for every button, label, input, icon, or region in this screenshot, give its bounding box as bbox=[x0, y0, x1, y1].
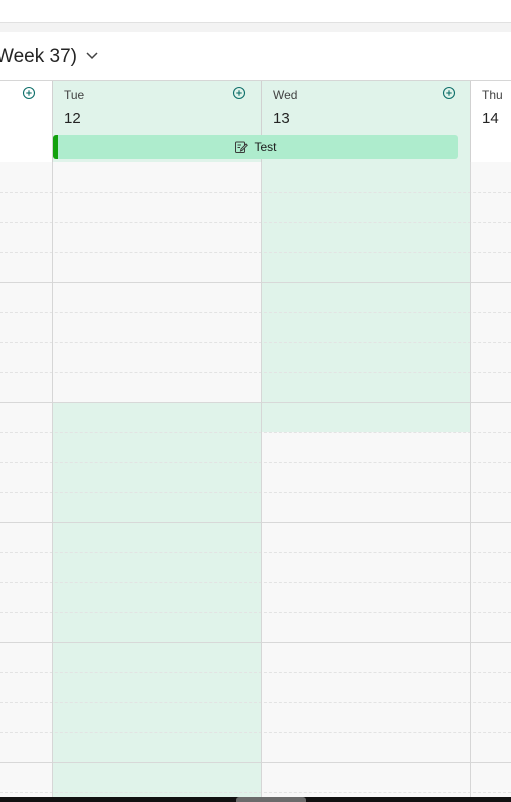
half-hour-line bbox=[0, 252, 511, 253]
day-column-prev bbox=[0, 81, 53, 163]
top-bar bbox=[0, 0, 511, 23]
day-divider bbox=[52, 162, 53, 802]
hour-line bbox=[0, 282, 511, 283]
chevron-down-icon[interactable] bbox=[84, 50, 100, 62]
half-hour-line bbox=[0, 312, 511, 313]
half-hour-line bbox=[0, 702, 511, 703]
day-divider bbox=[470, 162, 471, 802]
day-number[interactable]: 13 bbox=[273, 110, 290, 127]
half-hour-line bbox=[0, 432, 511, 433]
day-name: Wed bbox=[273, 88, 298, 102]
add-circle-icon[interactable] bbox=[442, 86, 456, 100]
hour-line bbox=[0, 402, 511, 403]
half-hour-line bbox=[0, 612, 511, 613]
half-hour-line bbox=[0, 192, 511, 193]
hour-line bbox=[0, 522, 511, 523]
half-hour-line bbox=[0, 462, 511, 463]
half-hour-line bbox=[0, 672, 511, 673]
half-hour-line bbox=[0, 372, 511, 373]
day-number[interactable]: 12 bbox=[64, 110, 81, 127]
half-hour-line bbox=[0, 792, 511, 793]
week-title[interactable]: Week 37) bbox=[0, 46, 77, 68]
edit-note-icon bbox=[235, 141, 249, 153]
add-circle-icon[interactable] bbox=[232, 86, 246, 100]
half-hour-line bbox=[0, 492, 511, 493]
half-hour-line bbox=[0, 342, 511, 343]
half-hour-line bbox=[0, 552, 511, 553]
time-grid[interactable] bbox=[0, 162, 511, 802]
calendar-event[interactable]: Test bbox=[53, 135, 458, 159]
day-number[interactable]: 14 bbox=[482, 110, 499, 127]
bottom-toolbar-peek bbox=[236, 797, 306, 802]
day-column-thu[interactable]: Thu 14 bbox=[470, 81, 511, 163]
event-title: Test bbox=[254, 140, 277, 154]
wed-highlight-tail bbox=[262, 402, 470, 432]
half-hour-line bbox=[0, 732, 511, 733]
wed-highlight-block bbox=[262, 162, 470, 432]
header-separator-band bbox=[0, 23, 511, 32]
add-circle-icon[interactable] bbox=[22, 86, 36, 100]
day-divider bbox=[261, 162, 262, 802]
day-name: Thu bbox=[482, 88, 503, 102]
half-hour-line bbox=[0, 222, 511, 223]
half-hour-line bbox=[0, 582, 511, 583]
hour-line bbox=[0, 642, 511, 643]
day-name: Tue bbox=[64, 88, 85, 102]
hour-line bbox=[0, 762, 511, 763]
